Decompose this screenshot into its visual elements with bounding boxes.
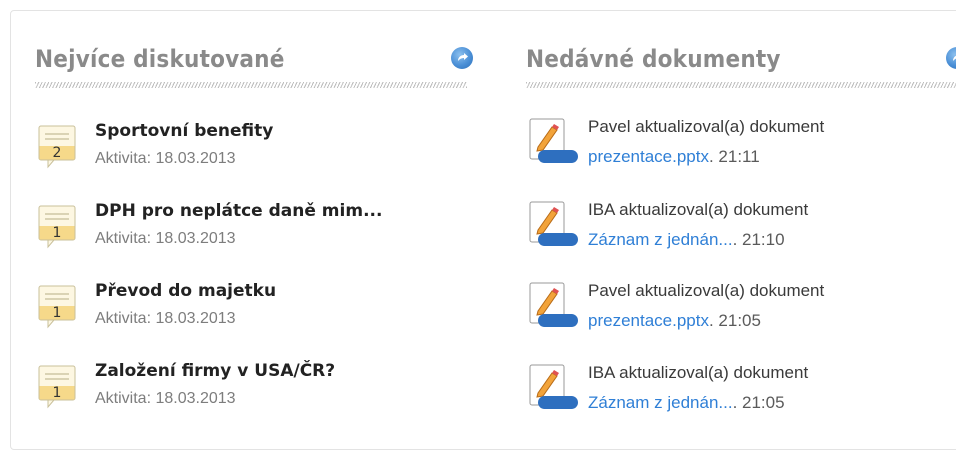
comment-count-icon: 2 (38, 125, 76, 169)
discussion-item[interactable]: 1 Převod do majetku Aktivita: 18.03.2013 (35, 281, 471, 341)
section-header: Nedávné dokumenty (526, 11, 956, 91)
recent-documents-section: Nedávné dokumenty Pavel aktualizoval(a) … (526, 11, 956, 412)
comment-count: 1 (52, 225, 62, 241)
document-link[interactable]: Záznam z jednán... (588, 230, 733, 249)
section-header: Nejvíce diskutované (35, 11, 473, 91)
document-link[interactable]: prezentace.pptx (588, 311, 709, 330)
document-edit-icon (528, 117, 580, 167)
document-activity-item: IBA aktualizoval(a) dokument Záznam z je… (526, 363, 956, 423)
activity-time: . 21:05 (708, 311, 761, 330)
document-link[interactable]: prezentace.pptx (588, 147, 709, 166)
comment-count: 2 (52, 145, 62, 161)
section-divider (35, 82, 467, 88)
document-edit-icon (528, 281, 580, 331)
activity-text: Pavel aktualizoval(a) dokument (588, 281, 825, 300)
activity-date: Aktivita: 18.03.2013 (95, 230, 236, 247)
document-link[interactable]: Záznam z jednán... (588, 393, 733, 412)
discussion-title-link[interactable]: Sportovní benefity (95, 121, 273, 141)
activity-text: IBA aktualizoval(a) dokument (588, 200, 809, 219)
section-title: Nedávné dokumenty (526, 45, 781, 73)
document-edit-icon (528, 363, 580, 413)
discussion-item[interactable]: 1 DPH pro neplátce daně mim... Aktivita:… (35, 201, 471, 261)
activity-time: . 21:11 (708, 147, 760, 166)
activity-date: Aktivita: 18.03.2013 (95, 310, 236, 327)
activity-detail: prezentace.pptx. 21:11 (588, 147, 760, 167)
document-activity-item: Pavel aktualizoval(a) dokument prezentac… (526, 281, 956, 341)
activity-detail: Záznam z jednán.... 21:10 (588, 230, 785, 250)
comment-count: 1 (52, 385, 62, 401)
comment-count-icon: 1 (38, 365, 76, 409)
discussion-item[interactable]: 1 Založení firmy v USA/ČR? Aktivita: 18.… (35, 361, 471, 421)
arrow-circle-icon[interactable] (946, 47, 956, 69)
section-divider (526, 82, 956, 88)
activity-date: Aktivita: 18.03.2013 (95, 150, 236, 167)
activity-date: Aktivita: 18.03.2013 (95, 390, 236, 407)
discussion-title-link[interactable]: DPH pro neplátce daně mim... (95, 201, 382, 221)
dashboard-panel: Nejvíce diskutované 2 Sportovní benefity… (10, 10, 956, 450)
activity-text: Pavel aktualizoval(a) dokument (588, 117, 825, 136)
arrow-circle-icon[interactable] (451, 47, 473, 69)
comment-count-icon: 1 (38, 205, 76, 249)
discussion-title-link[interactable]: Převod do majetku (95, 281, 276, 301)
document-edit-icon (528, 200, 580, 250)
document-activity-item: Pavel aktualizoval(a) dokument prezentac… (526, 117, 956, 177)
activity-text: IBA aktualizoval(a) dokument (588, 363, 809, 382)
document-activity-item: IBA aktualizoval(a) dokument Záznam z je… (526, 200, 956, 260)
comment-count: 1 (52, 305, 62, 321)
activity-time: . 21:05 (732, 393, 785, 412)
activity-detail: prezentace.pptx. 21:05 (588, 311, 761, 331)
activity-time: . 21:10 (732, 230, 785, 249)
activity-detail: Záznam z jednán.... 21:05 (588, 393, 785, 413)
discussion-title-link[interactable]: Založení firmy v USA/ČR? (95, 361, 335, 381)
comment-count-icon: 1 (38, 285, 76, 329)
most-discussed-section: Nejvíce diskutované 2 Sportovní benefity… (35, 11, 473, 409)
section-title: Nejvíce diskutované (35, 45, 285, 73)
discussion-item[interactable]: 2 Sportovní benefity Aktivita: 18.03.201… (35, 121, 471, 181)
